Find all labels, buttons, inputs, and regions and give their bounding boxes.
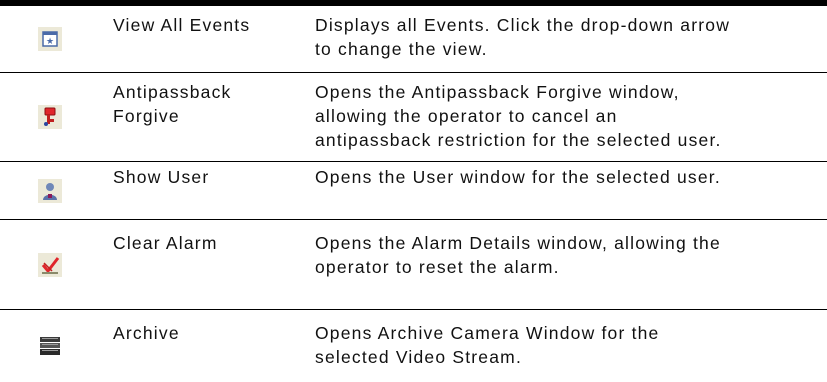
icon-cell <box>0 310 100 382</box>
button-name: Archive <box>113 321 180 345</box>
description-line: Opens the Antipassback Forgive window, <box>315 82 680 102</box>
button-description: Opens the Antipassback Forgive window, a… <box>315 80 807 152</box>
icon-cell <box>0 162 100 219</box>
button-name-line: Archive <box>113 323 180 343</box>
antipassback-forgive-icon[interactable] <box>38 105 62 129</box>
table-row-clear-alarm: Clear Alarm Opens the Alarm Details wind… <box>0 220 827 310</box>
toolbar-button-table: ★ View All Events Displays all Events. C… <box>0 0 827 382</box>
svg-text:★: ★ <box>46 37 54 47</box>
button-description: Opens the Alarm Details window, allowing… <box>315 231 807 279</box>
description-line: to change the view. <box>315 39 488 59</box>
button-name: Clear Alarm <box>113 231 218 255</box>
description-line: Opens the User window for the selected u… <box>315 167 721 187</box>
description-line: operator to reset the alarm. <box>315 257 560 277</box>
button-name-line: Forgive <box>113 106 180 126</box>
button-name-line: Clear Alarm <box>113 233 218 253</box>
archive-icon[interactable] <box>38 334 62 358</box>
button-name-line: Show User <box>113 167 210 187</box>
table-row-antipassback-forgive: Antipassback Forgive Opens the Antipassb… <box>0 73 827 162</box>
icon-cell <box>0 220 100 309</box>
button-name: Antipassback Forgive <box>113 80 232 128</box>
table-row-show-user: Show User Opens the User window for the … <box>0 162 827 220</box>
button-description: Opens the User window for the selected u… <box>315 165 807 189</box>
button-name-line: Antipassback <box>113 82 232 102</box>
button-description: Displays all Events. Click the drop-down… <box>315 13 807 61</box>
table-row-archive: Archive Opens Archive Camera Window for … <box>0 310 827 382</box>
description-line: Displays all Events. Click the drop-down… <box>315 15 731 35</box>
description-line: selected Video Stream. <box>315 347 523 367</box>
clear-alarm-icon[interactable] <box>38 252 62 277</box>
icon-cell: ★ <box>0 6 100 72</box>
view-all-events-icon[interactable]: ★ <box>38 27 62 51</box>
description-line: Opens the Alarm Details window, allowing… <box>315 233 721 253</box>
description-line: antipassback restriction for the selecte… <box>315 130 722 150</box>
icon-cell <box>0 73 100 161</box>
description-line: Opens Archive Camera Window for the <box>315 323 660 343</box>
show-user-icon[interactable] <box>38 178 62 203</box>
button-name: View All Events <box>113 13 250 37</box>
description-line: allowing the operator to cancel an <box>315 106 618 126</box>
table-row-view-all-events: ★ View All Events Displays all Events. C… <box>0 6 827 73</box>
button-name: Show User <box>113 165 209 189</box>
button-name-line: View All Events <box>113 15 251 35</box>
button-description: Opens Archive Camera Window for the sele… <box>315 321 807 369</box>
